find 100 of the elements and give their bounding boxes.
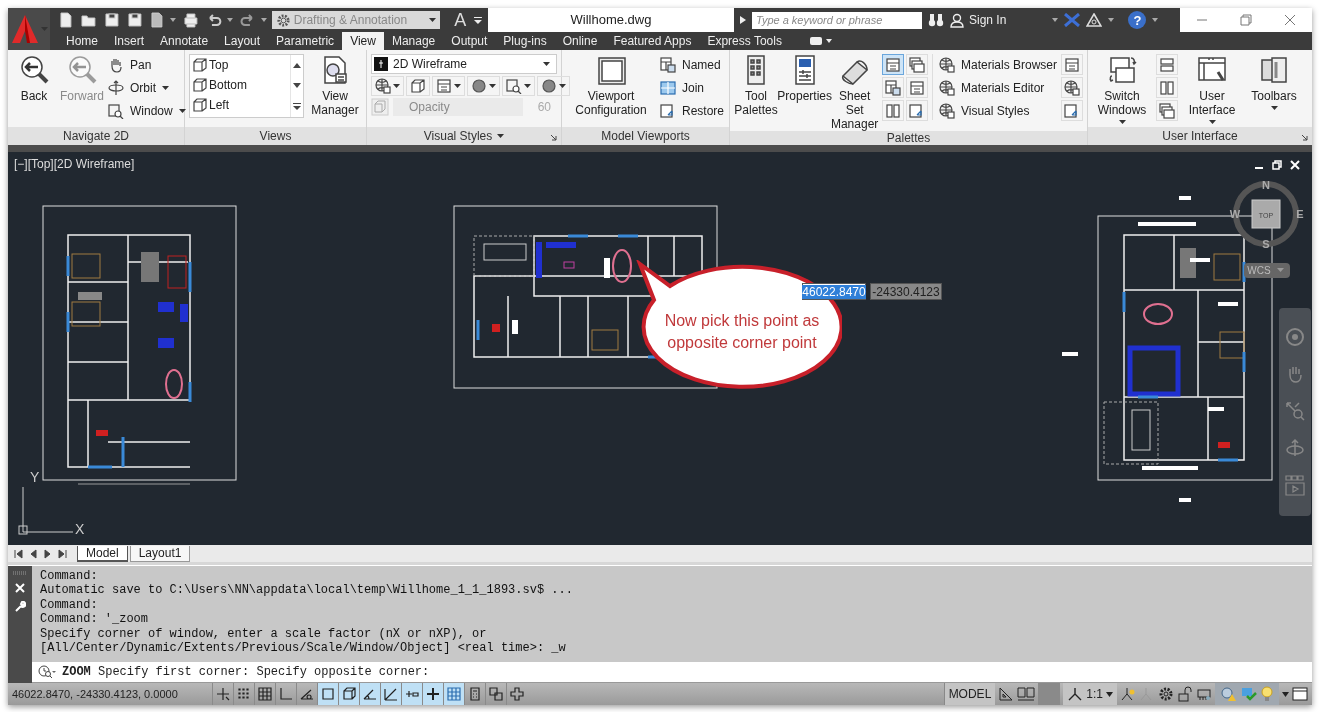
scroll-up-icon[interactable] bbox=[293, 62, 302, 68]
window-arrange-button[interactable] bbox=[1156, 54, 1178, 75]
coordinate-display[interactable]: 46022.8470, -24330.4123, 0.0000 bbox=[8, 683, 212, 705]
status-toggle[interactable] bbox=[401, 683, 422, 705]
ribbon-button[interactable]: Orbit bbox=[108, 78, 186, 97]
palette-toggle[interactable] bbox=[881, 54, 904, 75]
caret-icon[interactable] bbox=[260, 18, 267, 22]
binoculars-icon[interactable] bbox=[928, 13, 944, 27]
window-arrange-button[interactable] bbox=[1156, 77, 1178, 98]
undo-icon[interactable] bbox=[206, 12, 222, 28]
style-option-button[interactable] bbox=[432, 76, 465, 96]
new-file-icon[interactable] bbox=[58, 12, 74, 28]
view-item[interactable]: Left bbox=[192, 96, 289, 113]
launcher-arrow-icon[interactable] bbox=[1301, 134, 1308, 141]
ribbon-button[interactable]: Materials Browser bbox=[938, 55, 1057, 74]
ribbon-button[interactable]: Materials Editor bbox=[938, 78, 1057, 97]
ribbon-tab[interactable]: Parametric bbox=[268, 32, 343, 50]
gear-icon[interactable] bbox=[1158, 686, 1174, 702]
ribbon-button[interactable]: Restore bbox=[660, 101, 725, 120]
panel-toggle-icon[interactable] bbox=[809, 37, 832, 45]
model-space-button[interactable]: MODEL bbox=[943, 683, 996, 705]
palette-button[interactable]: Sheet Set Manager bbox=[831, 54, 878, 131]
layout-tab[interactable]: Layout1 bbox=[129, 545, 191, 562]
caret-icon[interactable] bbox=[1282, 691, 1289, 697]
search-field[interactable]: Type a keyword or phrase bbox=[752, 11, 922, 29]
ribbon-button[interactable]: Toolbars bbox=[1246, 54, 1302, 110]
back-button[interactable]: Back bbox=[12, 54, 56, 103]
style-option-button[interactable] bbox=[502, 76, 535, 96]
ribbon-tab[interactable]: Manage bbox=[383, 32, 444, 50]
save-icon[interactable] bbox=[103, 12, 120, 28]
sign-in-button[interactable]: Sign In bbox=[950, 12, 1007, 28]
status-toggle[interactable] bbox=[443, 683, 464, 705]
help-button[interactable]: ? bbox=[1128, 11, 1147, 29]
status-toggle[interactable] bbox=[506, 683, 527, 705]
viewport-configuration-button[interactable]: Viewport Configuration bbox=[566, 54, 656, 117]
caret-icon[interactable] bbox=[170, 18, 177, 22]
style-option-button[interactable] bbox=[406, 76, 430, 96]
status-toggle[interactable] bbox=[254, 683, 275, 705]
ribbon-tab[interactable]: Plug-ins bbox=[495, 32, 555, 50]
padlock-icon[interactable] bbox=[1177, 686, 1193, 702]
ribbon-button[interactable]: Pan bbox=[108, 55, 186, 74]
layout-views-icon[interactable] bbox=[1017, 686, 1036, 702]
expand-arrow-icon[interactable] bbox=[740, 16, 746, 24]
ribbon-tab[interactable]: View bbox=[342, 32, 384, 50]
view-item[interactable]: Top bbox=[192, 56, 289, 73]
isolate-warning-icon[interactable] bbox=[1221, 686, 1237, 702]
scroll-down-icon[interactable] bbox=[293, 82, 302, 88]
status-toggle[interactable] bbox=[485, 683, 506, 705]
last-page-icon[interactable] bbox=[57, 547, 69, 560]
recent-commands-icon[interactable] bbox=[38, 665, 56, 679]
coordinate-input[interactable]: 46022.8470 bbox=[802, 283, 866, 300]
grip-icon[interactable] bbox=[13, 571, 27, 575]
view-manager-button[interactable]: View Manager bbox=[308, 54, 362, 117]
ribbon-button[interactable]: Window bbox=[108, 101, 186, 120]
status-toggle[interactable] bbox=[317, 683, 338, 705]
coordinate-input[interactable]: -24330.4123 bbox=[870, 283, 942, 300]
ribbon-tab[interactable]: Annotate bbox=[152, 32, 217, 50]
ribbon-tab[interactable]: Insert bbox=[106, 32, 153, 50]
compass-label[interactable]: E bbox=[1296, 208, 1304, 220]
ribbon-tab[interactable]: Output bbox=[443, 32, 496, 50]
status-toggle[interactable] bbox=[338, 683, 359, 705]
caret-icon[interactable] bbox=[1152, 18, 1159, 22]
caret-icon[interactable] bbox=[474, 16, 483, 24]
light-bulb-icon[interactable] bbox=[1261, 686, 1273, 702]
expand-icon[interactable] bbox=[293, 102, 302, 110]
status-toggle[interactable] bbox=[380, 683, 401, 705]
text-style-button[interactable]: A bbox=[451, 9, 470, 31]
style-option-button[interactable] bbox=[537, 76, 570, 96]
style-option-button[interactable] bbox=[371, 76, 404, 96]
wrench-icon[interactable] bbox=[14, 601, 26, 613]
annotation-visibility-icon[interactable] bbox=[1120, 686, 1136, 702]
ribbon-button[interactable]: Named bbox=[660, 55, 725, 74]
style-option-button[interactable] bbox=[467, 76, 500, 96]
triangle-icon[interactable] bbox=[1086, 13, 1103, 27]
visual-style-dropdown[interactable]: 2D Wireframe bbox=[371, 54, 557, 74]
first-page-icon[interactable] bbox=[12, 547, 24, 560]
viewport-controls-label[interactable]: [−][Top][2D Wireframe] bbox=[14, 157, 135, 171]
ribbon-tab[interactable]: Featured Apps bbox=[605, 32, 700, 50]
ribbon-button[interactable]: Visual Styles bbox=[938, 101, 1057, 120]
ribbon-button[interactable]: Switch Windows bbox=[1092, 54, 1152, 124]
model-tab[interactable]: Model bbox=[77, 545, 128, 562]
ribbon-tab[interactable]: Online bbox=[554, 32, 606, 50]
caret-icon[interactable] bbox=[1108, 18, 1115, 22]
caret-icon[interactable] bbox=[226, 18, 233, 22]
ribbon-tab[interactable]: Express Tools bbox=[699, 32, 790, 50]
ribbon-button[interactable]: Join bbox=[660, 78, 725, 97]
plot-preview-icon[interactable] bbox=[149, 12, 166, 28]
window-arrange-button[interactable] bbox=[1156, 100, 1178, 121]
view-item[interactable]: Bottom bbox=[192, 76, 289, 93]
status-toggle[interactable] bbox=[422, 683, 443, 705]
check-icon[interactable] bbox=[1241, 686, 1257, 702]
save-as-icon[interactable] bbox=[126, 12, 143, 28]
caret-icon[interactable] bbox=[1052, 18, 1059, 22]
ribbon-tab[interactable]: Layout bbox=[216, 32, 269, 50]
status-toggle[interactable] bbox=[359, 683, 380, 705]
printer-icon[interactable] bbox=[183, 12, 200, 28]
palette-button[interactable]: Tool Palettes bbox=[734, 54, 778, 117]
ribbon-button[interactable]: User Interface bbox=[1182, 54, 1242, 124]
fullscreen-icon[interactable] bbox=[1292, 686, 1308, 702]
annotation-scale-button[interactable]: 1:1 bbox=[1063, 683, 1117, 705]
